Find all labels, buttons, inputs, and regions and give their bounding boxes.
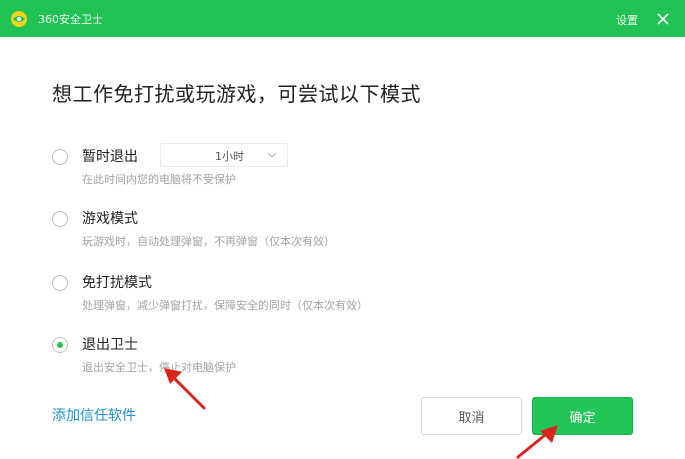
cancel-button[interactable]: 取消 [421, 397, 522, 435]
radio-do-not-disturb[interactable] [52, 275, 68, 291]
close-icon[interactable] [655, 11, 671, 27]
duration-select[interactable]: 1小时 [160, 143, 288, 167]
option-label: 游戏模式 [82, 211, 138, 227]
radio-temporary-exit[interactable] [52, 149, 68, 165]
option-label: 免打扰模式 [82, 275, 152, 291]
window-title: 360安全卫士 [38, 13, 103, 26]
option-label: 退出卫士 [82, 337, 138, 353]
option-description: 退出安全卫士，停止对电脑保护 [82, 361, 236, 374]
confirm-button[interactable]: 确定 [532, 397, 633, 435]
page-title: 想工作免打扰或玩游戏，可尝试以下模式 [52, 82, 421, 106]
option-label: 暂时退出 [82, 149, 138, 165]
radio-exit-guard[interactable] [52, 337, 68, 353]
add-trusted-software-link[interactable]: 添加信任软件 [52, 405, 136, 425]
radio-game-mode[interactable] [52, 211, 68, 227]
chevron-down-icon [267, 152, 277, 158]
option-description: 在此时间内您的电脑将不受保护 [82, 173, 236, 186]
duration-value: 1小时 [215, 150, 244, 163]
option-description: 处理弹窗，减少弹窗打扰，保障安全的同时（仅本次有效） [82, 299, 368, 312]
app-logo-icon [11, 11, 27, 27]
option-description: 玩游戏时，自动处理弹窗，不再弹窗（仅本次有效） [82, 235, 335, 248]
option-game-mode[interactable]: 游戏模式 玩游戏时，自动处理弹窗，不再弹窗（仅本次有效） [52, 208, 472, 258]
option-do-not-disturb[interactable]: 免打扰模式 处理弹窗，减少弹窗打扰，保障安全的同时（仅本次有效） [52, 272, 472, 322]
title-bar: 360安全卫士 设置 [0, 0, 685, 37]
option-temporary-exit[interactable]: 暂时退出 1小时 在此时间内您的电脑将不受保护 [52, 143, 472, 196]
settings-link[interactable]: 设置 [616, 12, 638, 28]
option-exit-guard[interactable]: 退出卫士 退出安全卫士，停止对电脑保护 [52, 334, 472, 384]
